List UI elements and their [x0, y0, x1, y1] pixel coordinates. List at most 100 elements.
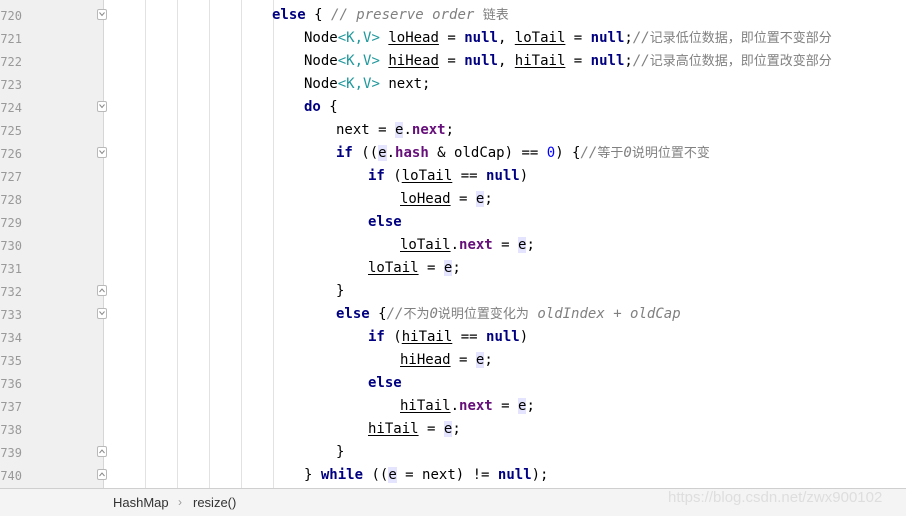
- code-token: null: [590, 30, 625, 46]
- code-token: ==: [452, 168, 487, 184]
- fold-end-icon[interactable]: [97, 446, 107, 457]
- code-token: =: [565, 30, 591, 46]
- code-token: }: [336, 283, 345, 299]
- code-line[interactable]: 721 Node<K,V> loHead = null, loTail = nul…: [0, 27, 906, 50]
- code-editor[interactable]: 720 else { // preserve order 链表 721 Node<K,…: [0, 0, 906, 488]
- code-line[interactable]: 736 else: [0, 372, 906, 395]
- code-text: hiTail = e;: [368, 420, 461, 439]
- code-token: loHead: [388, 30, 439, 46]
- line-number: 737: [0, 400, 22, 414]
- code-line[interactable]: 731 loTail = e;: [0, 257, 906, 280]
- fold-end-icon[interactable]: [97, 469, 107, 480]
- code-line[interactable]: 724 do {: [0, 96, 906, 119]
- breadcrumb-method[interactable]: resize(): [193, 496, 236, 510]
- code-token: ) {: [555, 145, 581, 161]
- code-token: .: [450, 237, 460, 253]
- code-text: loHead = e;: [400, 190, 493, 209]
- line-number: 722: [0, 55, 22, 69]
- code-token: 记录低位数据，即位置不变部分: [649, 31, 832, 46]
- code-token: (: [384, 168, 402, 184]
- code-token: if: [336, 145, 353, 161]
- line-number: 736: [0, 377, 22, 391]
- fold-collapse-icon[interactable]: [97, 308, 107, 319]
- code-token: null: [464, 53, 498, 69]
- fold-collapse-icon[interactable]: [97, 9, 107, 20]
- code-token: {: [305, 7, 332, 23]
- fold-end-icon[interactable]: [97, 285, 107, 296]
- code-text: if (hiTail == null): [368, 328, 528, 347]
- line-number: 724: [0, 101, 22, 115]
- code-token: ;: [452, 260, 461, 276]
- code-text: hiTail.next = e;: [400, 397, 535, 416]
- code-token: loHead: [400, 191, 451, 207]
- code-text: else: [368, 374, 402, 393]
- code-line[interactable]: 729 else: [0, 211, 906, 234]
- code-line[interactable]: 733 else {//不为0说明位置变化为 oldIndex + oldCap: [0, 303, 906, 326]
- code-token: //: [632, 53, 650, 69]
- code-token: ,: [354, 53, 364, 69]
- code-line[interactable]: 732}: [0, 280, 906, 303]
- breadcrumb-separator-icon: ›: [178, 495, 182, 509]
- code-token: next =: [336, 122, 396, 138]
- code-token: next: [411, 122, 446, 138]
- code-token: next: [459, 237, 493, 253]
- code-line[interactable]: 737 hiTail.next = e;: [0, 395, 906, 418]
- code-token: {: [369, 306, 387, 322]
- code-token: Node: [304, 76, 338, 92]
- code-token: e: [378, 145, 387, 161]
- code-line[interactable]: 740} while ((e = next) != null);: [0, 464, 906, 487]
- code-token: =: [438, 53, 465, 69]
- code-text: }: [336, 282, 344, 301]
- line-number: 723: [0, 78, 22, 92]
- code-line[interactable]: 734 if (hiTail == null): [0, 326, 906, 349]
- code-token: =: [418, 260, 444, 276]
- code-token: <: [337, 53, 347, 69]
- code-line[interactable]: 722 Node<K,V> hiHead = null, hiTail = nul…: [0, 50, 906, 73]
- code-token: =: [438, 30, 465, 46]
- code-token: do: [304, 99, 321, 115]
- code-token: ==: [452, 329, 487, 345]
- code-line[interactable]: 738 hiTail = e;: [0, 418, 906, 441]
- code-line[interactable]: 739}: [0, 441, 906, 464]
- code-line[interactable]: 727 if (loTail == null): [0, 165, 906, 188]
- code-text: else { // preserve order 链表: [272, 6, 509, 25]
- code-line[interactable]: 725 next = e.next;: [0, 119, 906, 142]
- code-token: null: [464, 30, 498, 46]
- line-number: 731: [0, 262, 22, 276]
- line-number: 726: [0, 147, 22, 161]
- code-text: }: [336, 443, 344, 462]
- breadcrumb-class[interactable]: HashMap: [113, 496, 169, 510]
- code-token: 记录高位数据，即位置改变部分: [649, 54, 832, 69]
- code-token: =: [418, 421, 444, 437]
- code-token: 链表: [482, 8, 509, 23]
- code-token: next;: [379, 76, 431, 92]
- line-number: 732: [0, 285, 22, 299]
- line-number: 728: [0, 193, 22, 207]
- code-text: } while ((e = next) != null);: [304, 466, 548, 485]
- code-token: =: [450, 191, 476, 207]
- code-token: Node: [304, 30, 338, 46]
- code-token: & oldCap) ==: [428, 145, 547, 161]
- code-line[interactable]: 735 hiHead = e;: [0, 349, 906, 372]
- code-token: {: [320, 99, 338, 115]
- code-token: K: [346, 53, 355, 69]
- fold-collapse-icon[interactable]: [97, 101, 107, 112]
- code-line[interactable]: 728 loHead = e;: [0, 188, 906, 211]
- code-token: ;: [624, 30, 633, 46]
- code-token: if: [368, 329, 385, 345]
- code-line[interactable]: 723 Node<K,V> next;: [0, 73, 906, 96]
- code-token: hiHead: [388, 53, 439, 69]
- code-token: // preserve order: [331, 7, 483, 23]
- code-token: ((: [352, 145, 379, 161]
- code-token: //: [632, 30, 650, 46]
- code-token: >: [371, 53, 380, 69]
- code-line[interactable]: 730 loTail.next = e;: [0, 234, 906, 257]
- code-line[interactable]: 726 if ((e.hash & oldCap) == 0) {//等于0说明位…: [0, 142, 906, 165]
- code-token: ((: [363, 467, 389, 483]
- fold-collapse-icon[interactable]: [97, 147, 107, 158]
- code-text: if (loTail == null): [368, 167, 528, 186]
- code-token: ;: [526, 237, 535, 253]
- code-text: loTail.next = e;: [400, 236, 535, 255]
- code-line[interactable]: 720 else { // preserve order 链表: [0, 4, 906, 27]
- code-token: else: [272, 7, 306, 23]
